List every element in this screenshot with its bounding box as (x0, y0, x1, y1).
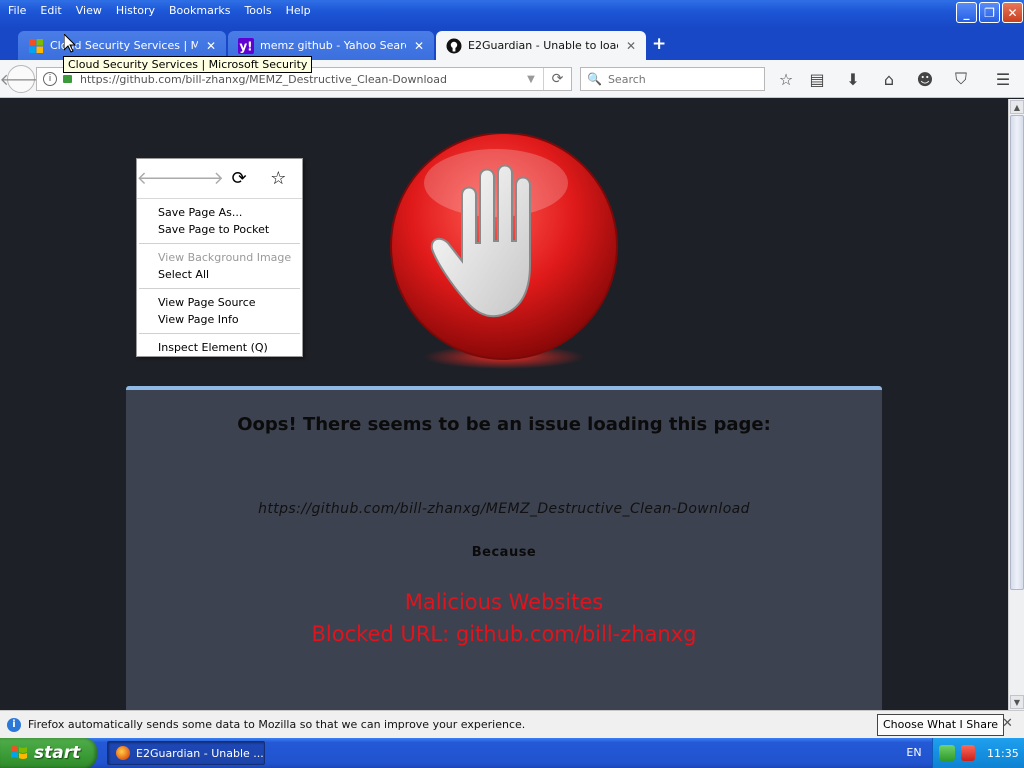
reload-icon[interactable]: ⟳ (226, 166, 252, 192)
url-text[interactable]: https://github.com/bill-zhanxg/MEMZ_Dest… (80, 73, 519, 86)
choose-what-i-share-button[interactable]: Choose What I Share (877, 714, 1004, 736)
tab-tooltip: Cloud Security Services | Microsoft Secu… (63, 56, 313, 73)
clock: 11:35 (987, 746, 1019, 760)
blocked-url-full: https://github.com/bill-zhanxg/MEMZ_Dest… (258, 501, 750, 517)
new-tab-button[interactable]: + (652, 34, 666, 54)
menu-bar: File Edit View History Bookmarks Tools H… (2, 0, 319, 22)
menu-edit[interactable]: Edit (34, 1, 69, 21)
taskbar-item-firefox[interactable]: E2Guardian - Unable ... (107, 741, 265, 765)
back-button[interactable]: 🡐 (0, 65, 42, 93)
block-reason: Malicious Websites (404, 590, 604, 614)
search-input[interactable] (607, 72, 758, 86)
tab-close-icon[interactable]: ✕ (626, 39, 636, 53)
home-icon[interactable]: ⌂ (879, 69, 899, 89)
mouse-cursor-icon (64, 34, 76, 53)
lock-icon (63, 75, 72, 83)
reload-button[interactable]: ⟳ (543, 68, 571, 90)
restore-button[interactable]: ❐ (979, 2, 1000, 23)
error-title: Oops! There seems to be an issue loading… (237, 414, 771, 435)
notification-bar: i Firefox automatically sends some data … (0, 710, 1024, 738)
inspect-element-item[interactable]: Inspect Element (Q) (137, 339, 302, 356)
minimize-icon: _ (963, 5, 970, 20)
yahoo-logo-icon: y! (238, 37, 254, 54)
tab-title: memz github - Yahoo Search ... (260, 39, 406, 52)
menu-tools[interactable]: Tools (238, 1, 279, 21)
info-icon: i (7, 717, 21, 732)
because-label: Because (471, 545, 537, 560)
error-panel: Oops! There seems to be an issue loading… (126, 386, 882, 710)
menu-separator (139, 333, 300, 334)
view-background-image-item: View Background Image (158, 251, 292, 264)
title-bar: File Edit View History Bookmarks Tools H… (0, 0, 1024, 28)
security-shield-icon[interactable] (961, 745, 975, 761)
taskbar-item-label: E2Guardian - Unable ... (136, 746, 264, 760)
select-all-item[interactable]: Select All (137, 266, 302, 283)
menu-history[interactable]: History (110, 1, 163, 21)
hello-smiley-icon[interactable]: ☻ (915, 69, 935, 89)
menu-help[interactable]: Help (280, 1, 319, 21)
blocked-url-short: Blocked URL: github.com/bill-zhanxg (311, 622, 697, 646)
menu-separator (139, 243, 300, 244)
firefox-icon (116, 746, 130, 760)
menu-file[interactable]: File (2, 1, 34, 21)
save-to-pocket-item[interactable]: Save Page to Pocket (137, 221, 302, 238)
system-tray: 11:35 (932, 738, 1024, 768)
start-button[interactable]: start (0, 738, 97, 768)
pocket-icon[interactable]: ⛉ (951, 69, 971, 89)
hamburger-menu-icon[interactable]: ☰ (993, 69, 1013, 89)
forward-arrow-icon: 🡒 (175, 168, 225, 189)
notification-message: Firefox automatically sends some data to… (28, 718, 526, 731)
scroll-up-icon[interactable]: ▲ (1010, 100, 1024, 114)
windows-flag-icon (11, 746, 27, 759)
site-info-icon[interactable]: i (43, 72, 57, 86)
microsoft-logo-icon (29, 38, 43, 53)
scroll-down-icon[interactable]: ▼ (1010, 695, 1024, 709)
network-icon[interactable] (939, 745, 955, 761)
menu-view[interactable]: View (70, 1, 110, 21)
search-bar[interactable]: 🔍 (580, 67, 765, 91)
vertical-scrollbar[interactable]: ▲ ▼ (1008, 99, 1024, 710)
view-page-info-item[interactable]: View Page Info (137, 311, 302, 328)
menu-separator (139, 288, 300, 289)
tab-close-icon[interactable]: ✕ (206, 39, 216, 53)
save-page-as-item[interactable]: Save Page As... (137, 204, 302, 221)
context-nav-row: 🡐 🡒 ⟳ ☆ (136, 159, 302, 199)
back-arrow-icon: 🡐 (136, 168, 185, 189)
tab-e2guardian[interactable]: E2Guardian - Unable to load ... ✕ (436, 31, 646, 60)
tab-title: E2Guardian - Unable to load ... (468, 39, 618, 52)
bookmark-star-icon[interactable]: ☆ (776, 69, 796, 89)
download-icon[interactable]: ⬇ (843, 69, 863, 89)
taskbar: start E2Guardian - Unable ... EN 11:35 (0, 738, 1024, 768)
restore-icon: ❐ (984, 5, 995, 20)
minimize-button[interactable]: _ (956, 2, 977, 23)
notification-close-icon[interactable]: ✕ (1002, 716, 1013, 731)
svg-text:y!: y! (239, 39, 252, 53)
language-indicator[interactable]: EN (896, 738, 932, 768)
view-page-source-item[interactable]: View Page Source (137, 294, 302, 311)
bookmarks-list-icon[interactable]: ▤ (807, 69, 827, 89)
github-logo-icon (446, 38, 462, 53)
search-icon: 🔍 (587, 72, 602, 86)
history-dropdown-icon[interactable]: ▼ (519, 74, 543, 85)
tab-close-icon[interactable]: ✕ (414, 39, 424, 53)
menu-bookmarks[interactable]: Bookmarks (163, 1, 238, 21)
close-icon: ✕ (1007, 5, 1018, 20)
bookmark-star-icon[interactable]: ☆ (265, 166, 291, 192)
stop-hand-icon (390, 133, 618, 369)
scroll-thumb[interactable] (1010, 115, 1024, 590)
context-menu: 🡐 🡒 ⟳ ☆ Save Page As... Save Page to Poc… (136, 158, 303, 357)
close-window-button[interactable]: ✕ (1002, 2, 1023, 23)
start-label: start (34, 743, 81, 763)
